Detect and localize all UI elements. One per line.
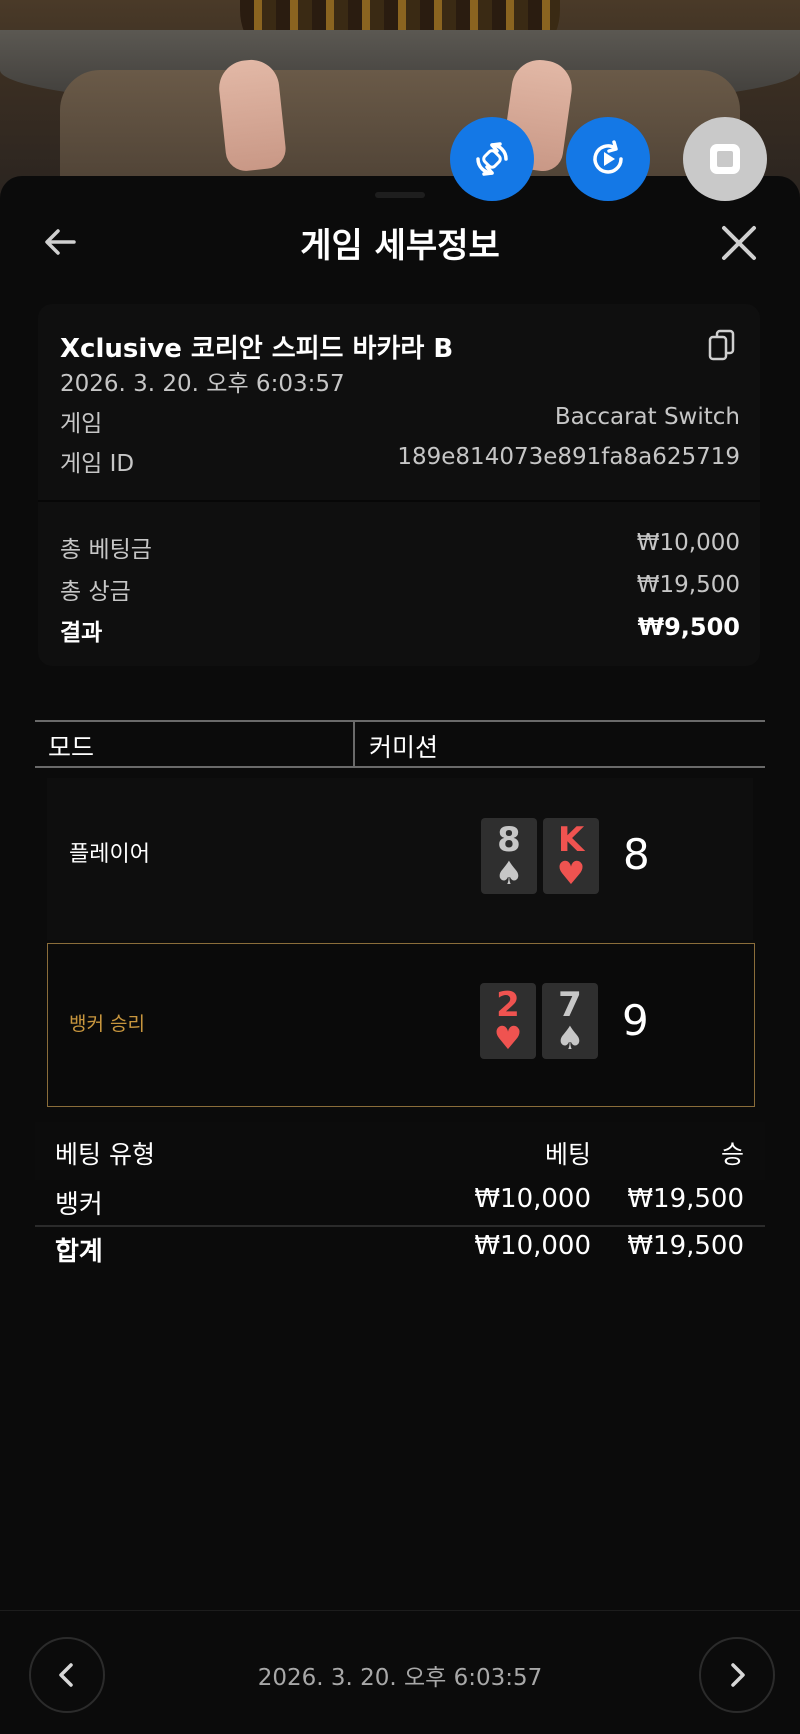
close-icon [722,226,756,260]
spade-icon: ♠ [494,854,524,892]
player-hand-row: 플레이어 8 ♠ K ♥ 8 [47,778,753,940]
sheet-grab-handle[interactable] [375,192,425,198]
game-id-label: 게임 ID [60,451,135,477]
chevron-right-icon [731,1663,745,1687]
total-win-value: ₩19,500 [636,572,740,598]
mode-header: 모드 커미션 [35,720,765,768]
bet-row-bet: ₩10,000 [474,1184,591,1214]
total-row-type: 합계 [55,1237,103,1267]
bet-row-type: 뱅커 [55,1190,103,1220]
close-button[interactable] [718,222,760,264]
total-row-bet: ₩10,000 [474,1231,591,1261]
next-round-button[interactable] [699,1637,775,1713]
banker-score: 9 [622,996,649,1045]
total-row-win: ₩19,500 [627,1231,744,1261]
live-video-background [0,0,800,210]
rotate-sync-icon [476,142,508,176]
footer-datetime: 2026. 3. 20. 오후 6:03:57 [257,1665,543,1691]
replay-button[interactable] [566,117,650,201]
stop-icon [710,144,740,174]
banker-card-2: 7 ♠ [542,983,598,1059]
banker-hand-row: 뱅커 승리 2 ♥ 7 ♠ 9 [47,943,755,1107]
game-id-value: 189e814073e891fa8a625719 [397,444,740,470]
total-bet-value: ₩10,000 [636,530,740,556]
page-title: 게임 세부정보 [300,226,500,266]
player-card-2: K ♥ [543,818,599,894]
banker-card-1: 2 ♥ [480,983,536,1059]
col-bet-type: 베팅 유형 [55,1140,155,1169]
col-bet: 베팅 [544,1140,591,1169]
card-divider [38,500,760,502]
copy-icon [708,329,735,361]
result-label: 결과 [60,620,103,646]
col-win: 승 [720,1140,744,1169]
banker-win-label: 뱅커 승리 [69,1013,145,1035]
heart-icon: ♥ [556,854,586,892]
total-bet-label: 총 베팅금 [60,537,152,563]
mode-label: 모드 [48,733,95,762]
player-card-1: 8 ♠ [481,818,537,894]
game-datetime: 2026. 3. 20. 오후 6:03:57 [60,371,345,397]
player-label: 플레이어 [69,842,150,867]
player-score: 8 [623,830,650,879]
game-value: Baccarat Switch [554,404,740,430]
replay-icon [593,140,623,174]
copy-button[interactable] [706,328,738,362]
spade-icon: ♠ [555,1019,585,1057]
table-divider [35,1225,765,1227]
stop-button[interactable] [683,117,767,201]
total-win-label: 총 상금 [60,579,131,605]
bet-row-win: ₩19,500 [627,1184,744,1214]
mode-value: 커미션 [369,733,439,762]
game-name: Xclusive 코리안 스피드 바카라 B [60,334,454,364]
rotate-sync-button[interactable] [450,117,534,201]
footer-divider [0,1610,800,1611]
result-value: ₩9,500 [637,613,740,641]
heart-icon: ♥ [493,1019,523,1057]
game-label: 게임 [60,411,103,437]
